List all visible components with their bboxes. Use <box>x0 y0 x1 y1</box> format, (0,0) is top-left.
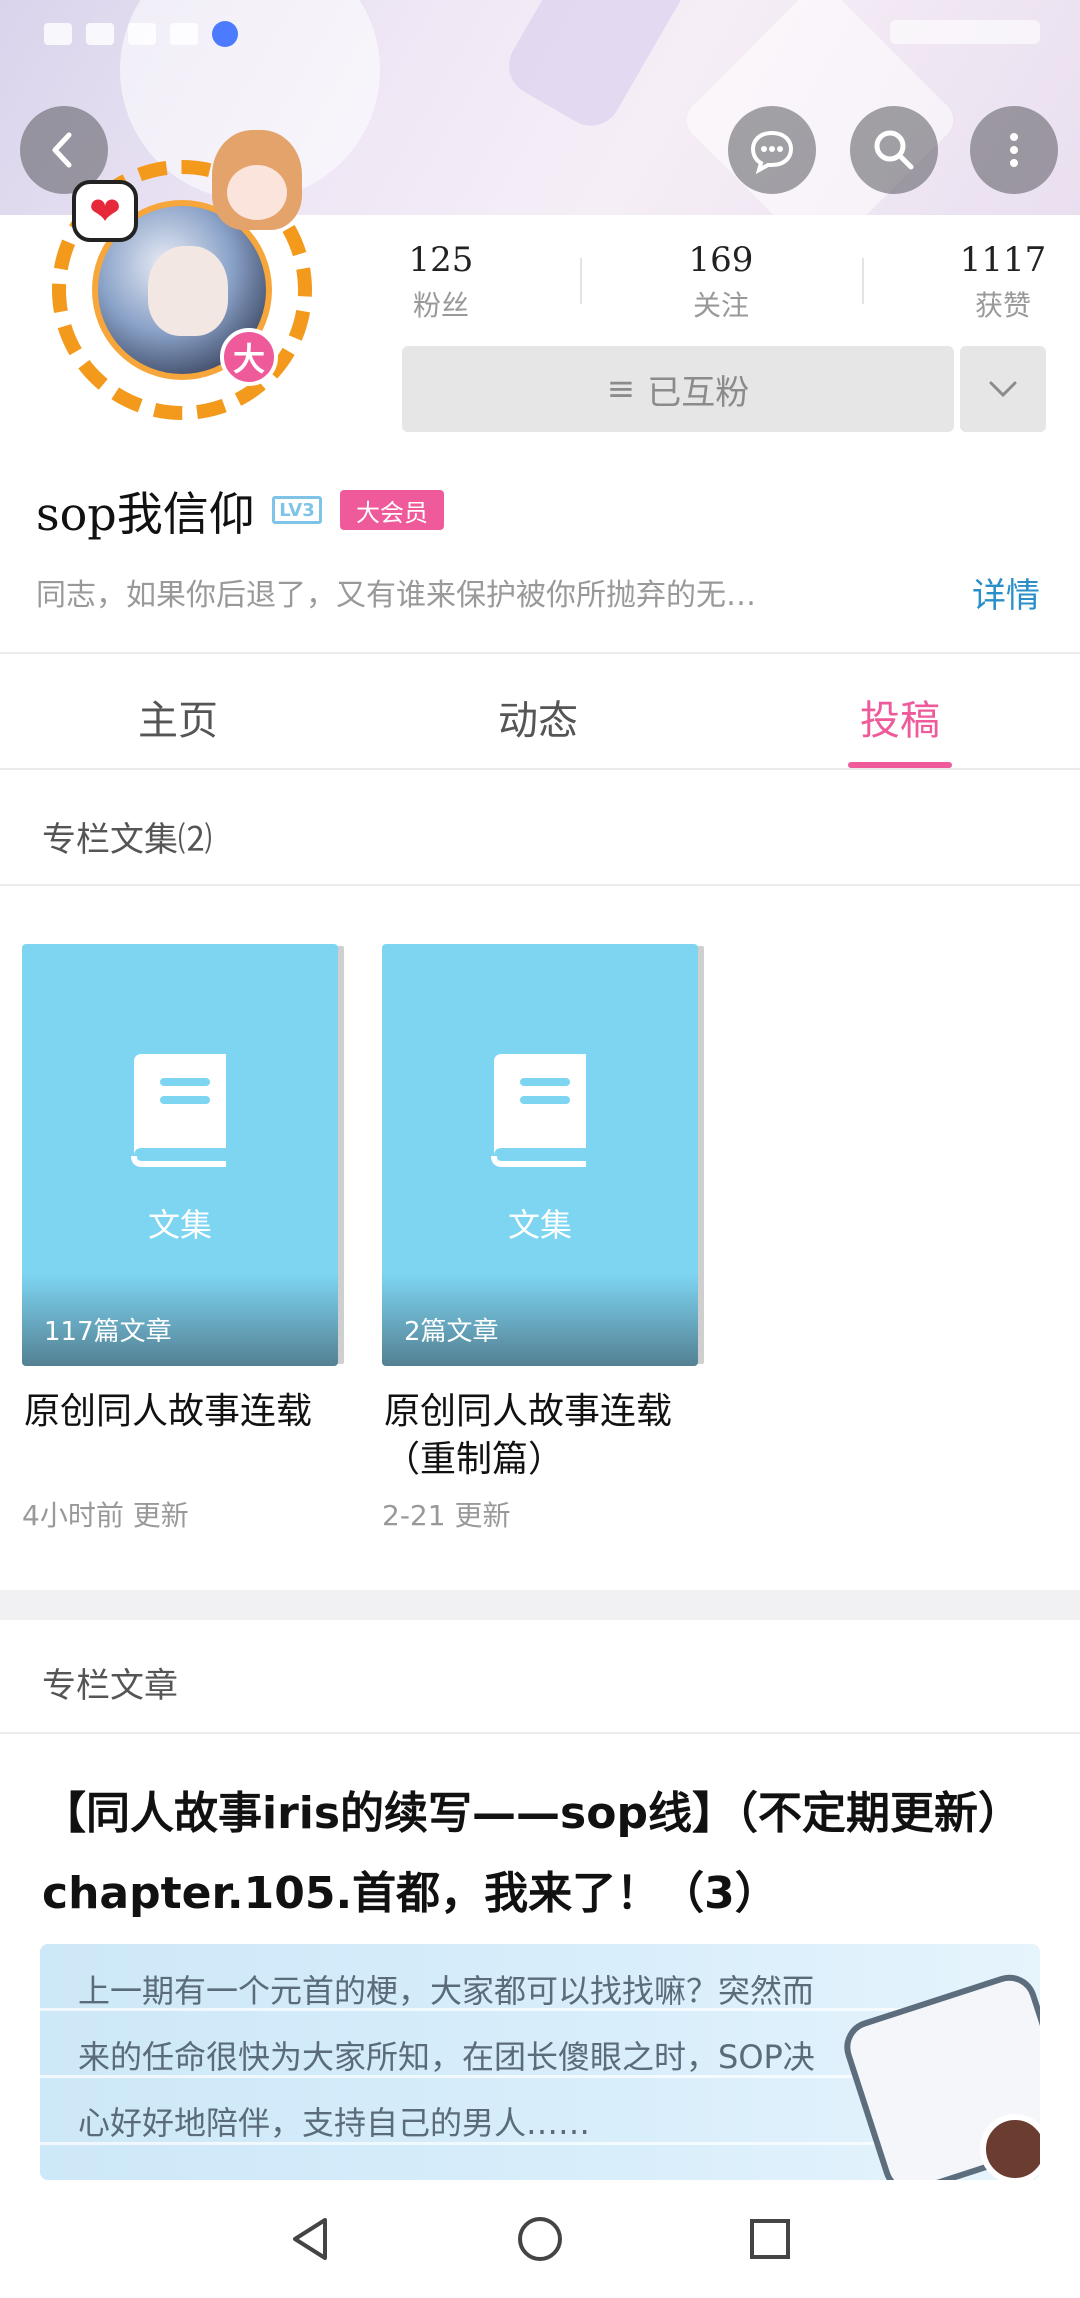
eye-icon <box>170 23 198 45</box>
stat-value: 169 <box>688 240 754 280</box>
book-icon <box>131 1054 226 1167</box>
message-icon <box>750 130 794 175</box>
vip-level-badge: 大 <box>220 328 278 386</box>
divider <box>0 652 1080 654</box>
article-preview-card[interactable]: 上一期有一个元首的梗，大家都可以找找嘛？突然而来的任命很快为大家所知，在团长傻眼… <box>40 1944 1040 2180</box>
stat-value: 1117 <box>959 240 1047 280</box>
collection-card[interactable]: 文集 117篇文章 <box>22 944 338 1366</box>
status-right <box>890 20 1040 44</box>
recents-square-icon <box>750 2219 790 2259</box>
app-notification-icon <box>212 21 238 47</box>
wifi-icon <box>128 23 156 45</box>
follow-dropdown-button[interactable] <box>960 346 1046 432</box>
collections-section-title: 专栏文集⑵ <box>42 820 212 860</box>
stat-divider <box>862 258 864 304</box>
status-icons <box>44 20 238 48</box>
nav-back-button[interactable] <box>280 2209 340 2269</box>
book-icon <box>491 1054 586 1167</box>
collection-title[interactable]: 原创同人故事连载 <box>24 1388 324 1436</box>
back-triangle-icon <box>293 2218 327 2260</box>
divider <box>0 1732 1080 1734</box>
tab-posts[interactable]: 投稿 <box>800 688 1000 746</box>
detail-link[interactable]: 详情 <box>972 568 1040 617</box>
heart-icon: ❤ <box>89 189 121 233</box>
stat-fans[interactable]: 125 粉丝 <box>366 240 516 324</box>
home-circle-icon <box>518 2217 562 2261</box>
tab-dynamics[interactable]: 动态 <box>438 688 638 746</box>
article-summary: 上一期有一个元首的梗，大家都可以找找嘛？突然而来的任命很快为大家所知，在团长傻眼… <box>78 1972 815 2142</box>
stat-label: 获赞 <box>974 289 1031 322</box>
mutual-follow-button[interactable]: ≡ 已互粉 <box>402 346 954 432</box>
collection-type-label: 文集 <box>507 1206 572 1244</box>
tab-home[interactable]: 主页 <box>78 688 278 746</box>
message-button[interactable] <box>728 106 816 194</box>
stat-following[interactable]: 169 关注 <box>646 240 796 324</box>
chevron-down-icon <box>989 381 1017 398</box>
stat-likes[interactable]: 1117 获赞 <box>928 240 1078 324</box>
heart-badge: ❤ <box>72 180 138 242</box>
nav-recents-button[interactable] <box>740 2209 800 2269</box>
collection-updated: 2-21 更新 <box>382 1499 511 1532</box>
more-button[interactable] <box>970 106 1058 194</box>
status-bar <box>0 0 1080 66</box>
collection-updated: 4小时前 更新 <box>22 1499 189 1532</box>
avatar[interactable]: ❤ 大 <box>52 130 312 420</box>
article-title[interactable]: 【同人故事iris的续写——sop线】（不定期更新）chapter.105.首都… <box>42 1774 1042 1934</box>
collection-card[interactable]: 文集 2篇文章 <box>382 944 698 1366</box>
nav-home-button[interactable] <box>510 2209 570 2269</box>
system-nav-bar <box>0 2180 1080 2298</box>
level-badge: LV3 <box>272 496 322 524</box>
article-count: 2篇文章 <box>404 1317 499 1347</box>
stat-value: 125 <box>408 240 474 280</box>
articles-section-title: 专栏文章 <box>42 1666 178 1706</box>
avatar-pendant <box>202 130 312 250</box>
divider <box>0 884 1080 886</box>
collection-title[interactable]: 原创同人故事连载（重制篇） <box>384 1388 684 1484</box>
article-count: 117篇文章 <box>44 1317 172 1347</box>
vip-badge[interactable]: 大会员 <box>340 490 444 530</box>
search-button[interactable] <box>850 106 938 194</box>
more-vertical-icon <box>1010 133 1018 167</box>
bio-text: 同志，如果你后退了，又有谁来保护被你所抛弃的无… <box>36 578 756 613</box>
sim-icon <box>44 23 72 45</box>
tv-mascot-image <box>837 1964 1040 2180</box>
search-icon <box>874 130 914 170</box>
stat-label: 关注 <box>692 289 749 322</box>
follow-label: 已互粉 <box>647 372 750 413</box>
collection-type-label: 文集 <box>147 1206 212 1244</box>
username: sop我信仰 <box>36 487 255 541</box>
divider <box>0 768 1080 770</box>
menu-lines-icon: ≡ <box>606 369 636 409</box>
signal-icon <box>86 23 114 45</box>
section-gap <box>0 1590 1080 1620</box>
stat-divider <box>580 258 582 304</box>
profile-screen: { "colors": { "accent_pink": "#ee5a9a", … <box>0 0 1080 2298</box>
stat-label: 粉丝 <box>412 289 469 322</box>
